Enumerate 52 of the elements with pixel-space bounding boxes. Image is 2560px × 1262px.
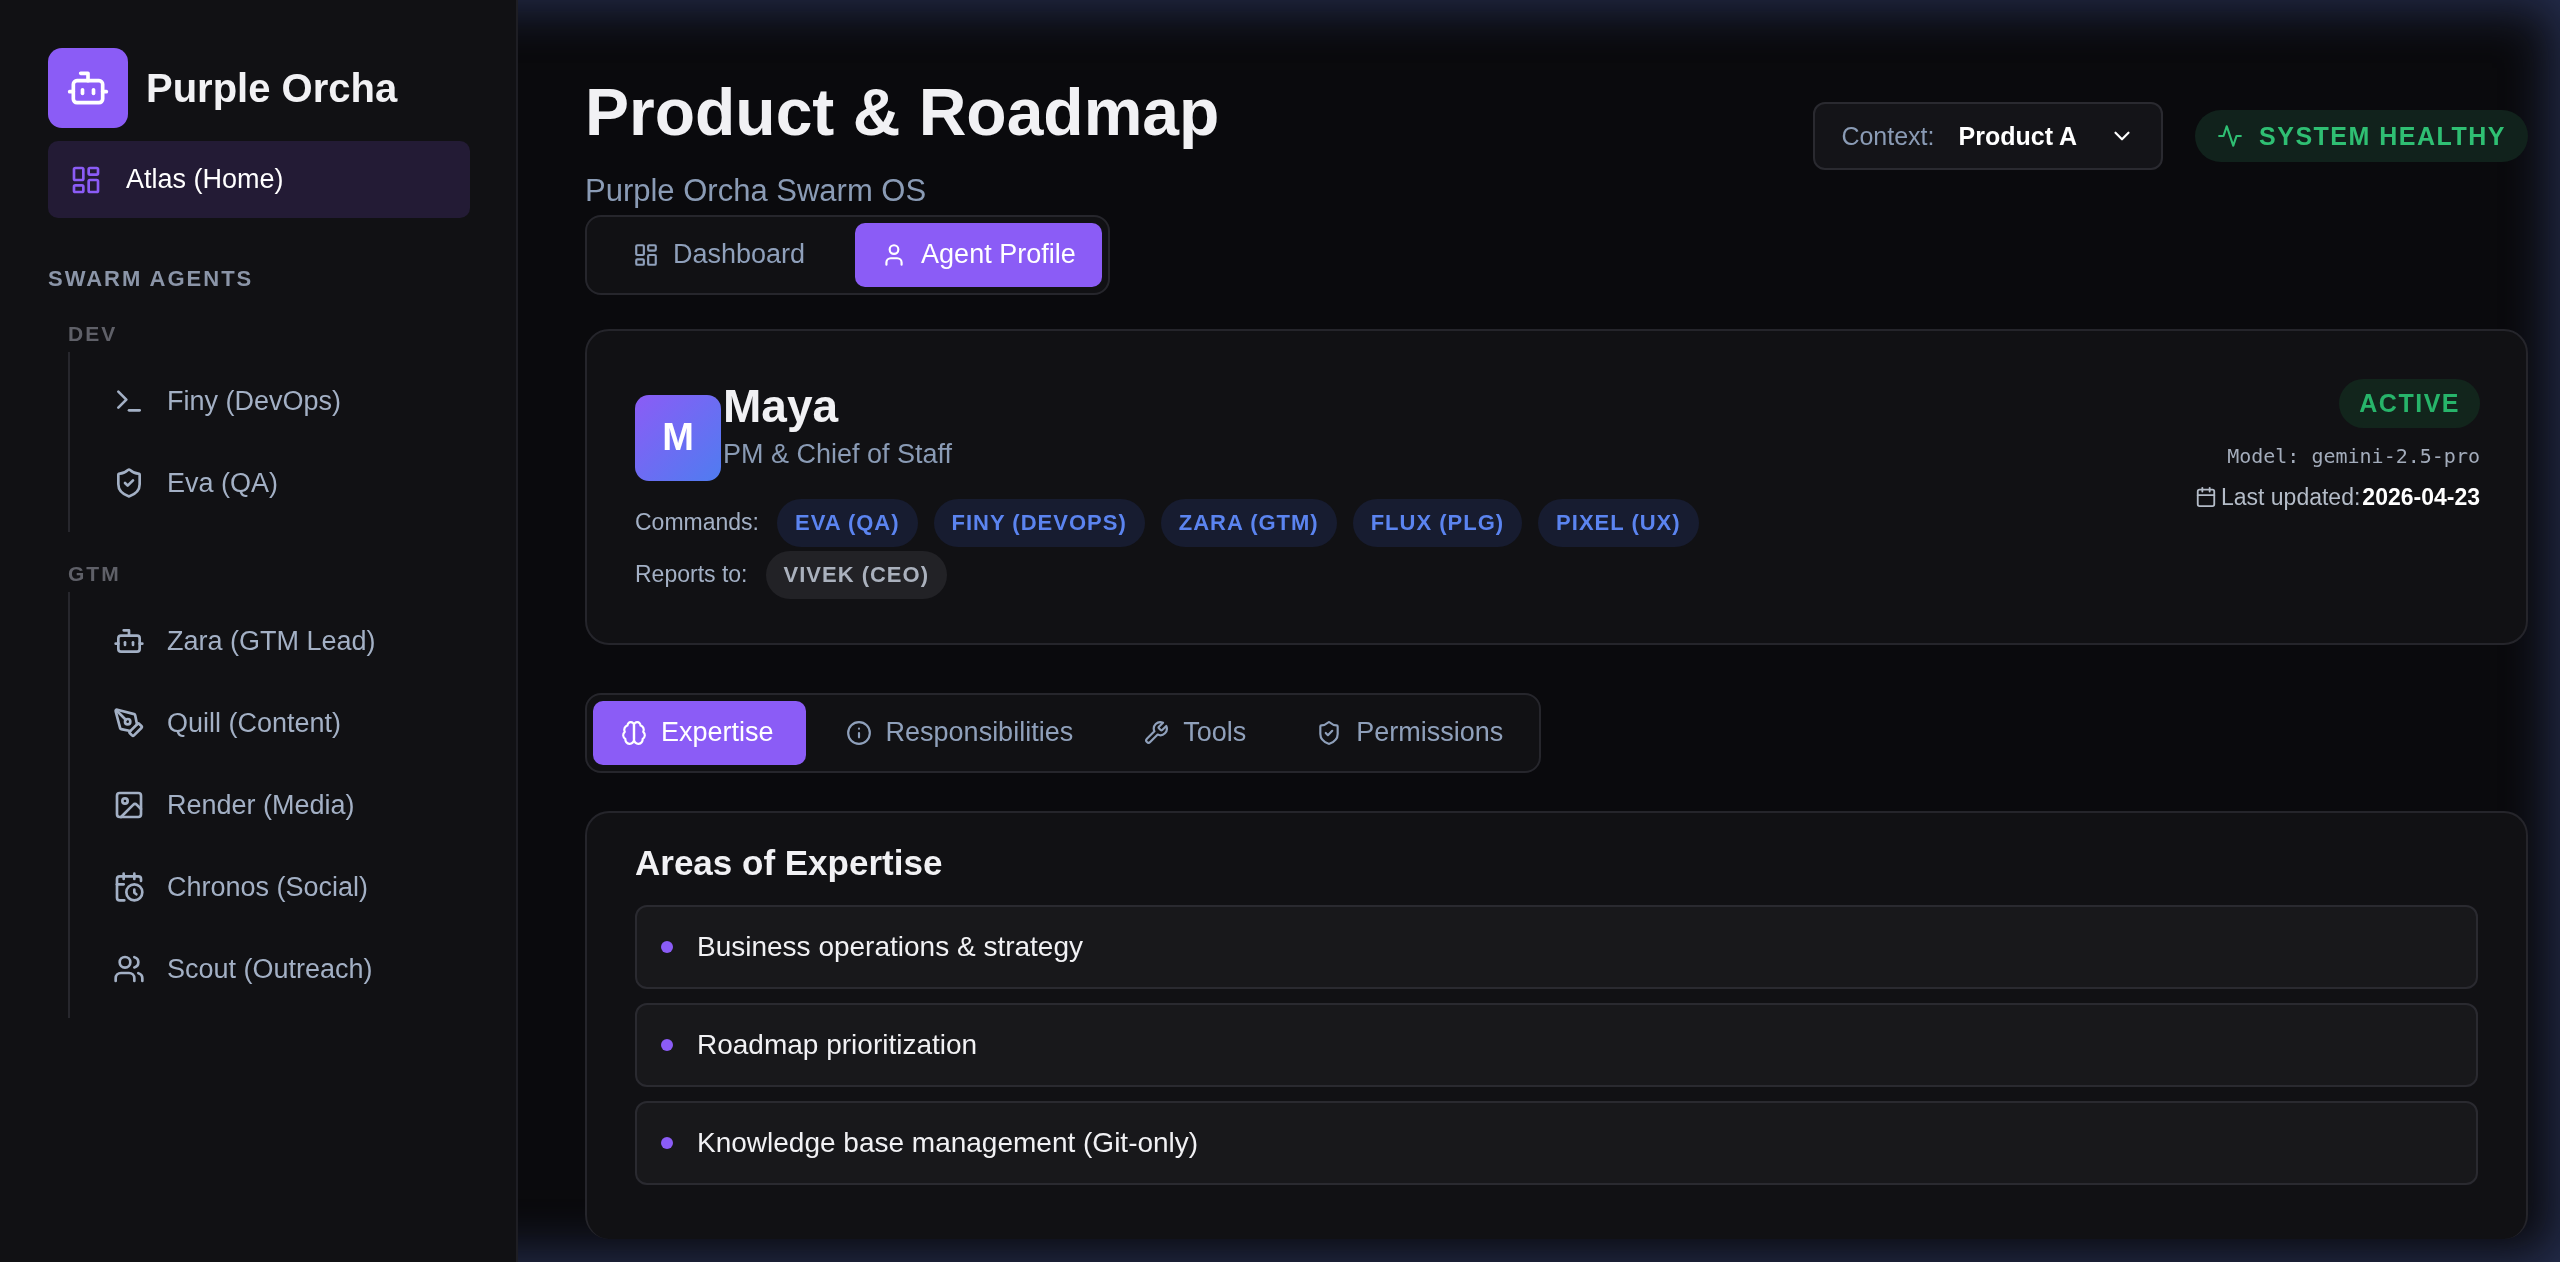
brand-name: Purple Orcha (146, 65, 398, 111)
pulse-icon (2217, 123, 2244, 149)
page-subtitle: Purple Orcha Swarm OS (585, 172, 928, 209)
brain-icon (621, 719, 647, 746)
expertise-item: Knowledge base management (Git-only) (635, 1100, 2478, 1185)
expertise-item: Roadmap prioritization (635, 1002, 2478, 1087)
calendar-clock-icon (113, 871, 145, 903)
view-tab[interactable]: Agent Profile (855, 222, 1102, 287)
image-icon (113, 789, 145, 821)
detail-tab[interactable]: Permissions (1286, 700, 1534, 765)
users-icon (113, 953, 145, 985)
agent-nav-item[interactable]: Finy (DevOps) (113, 360, 516, 442)
detail-tab[interactable]: Tools (1113, 700, 1277, 765)
detail-tab[interactable]: Expertise (593, 700, 806, 765)
group-label: GTM (67, 562, 122, 586)
avatar: M (635, 394, 721, 481)
last-updated-label: Last updated: (2220, 483, 2361, 511)
calendar-icon (2194, 486, 2217, 509)
agent-nav-item[interactable]: Chronos (Social) (113, 846, 516, 928)
reports-to-label: Reports to: (635, 561, 748, 589)
home-nav-item[interactable]: Atlas (Home) (48, 141, 470, 218)
agent-nav-item[interactable]: Render (Media) (113, 764, 516, 846)
agent-tag: VIVEK (CEO) (765, 550, 947, 599)
expertise-item: Business operations & strategy (635, 904, 2478, 989)
agent-nav-item[interactable]: Quill (Content) (113, 682, 516, 764)
agent-tag: FLUX (PLG) (1352, 498, 1523, 547)
agent-role: PM & Chief of Staff (723, 438, 953, 470)
view-tab[interactable]: Dashboard (593, 222, 846, 287)
section-heading: SWARM AGENTS (48, 266, 255, 292)
pen-icon (113, 707, 145, 739)
detail-tab[interactable]: Responsibilities (815, 700, 1104, 765)
robot-logo-icon (48, 48, 128, 128)
agent-tag: FINY (DEVOPS) (933, 498, 1145, 547)
agent-tag: EVA (QA) (777, 498, 918, 547)
info-icon (845, 719, 872, 746)
commands-label: Commands: (635, 509, 759, 537)
agent-tag: PIXEL (UX) (1538, 498, 1699, 547)
group-label: DEV (67, 322, 119, 346)
agent-nav-item[interactable]: Eva (QA) (113, 442, 516, 524)
agent-tag: ZARA (GTM) (1160, 498, 1337, 547)
model-text: Model: gemini-2.5-pro (2227, 443, 2480, 468)
section-title: Areas of Expertise (635, 842, 944, 883)
context-dropdown[interactable]: Context: Product A (1813, 102, 2164, 170)
grid-icon (633, 241, 659, 268)
status-badge: SYSTEM HEALTHY (2195, 110, 2528, 162)
page-title: Product & Roadmap (585, 76, 1220, 149)
status-badge: ACTIVE (2339, 378, 2480, 428)
agent-name: Maya (723, 378, 840, 433)
agent-nav-item[interactable]: Zara (GTM Lead) (113, 600, 516, 682)
wrench-icon (1143, 719, 1170, 746)
last-updated-date: 2026-04-23 (2362, 483, 2480, 511)
agent-nav-item[interactable]: Scout (Outreach) (113, 928, 516, 1010)
